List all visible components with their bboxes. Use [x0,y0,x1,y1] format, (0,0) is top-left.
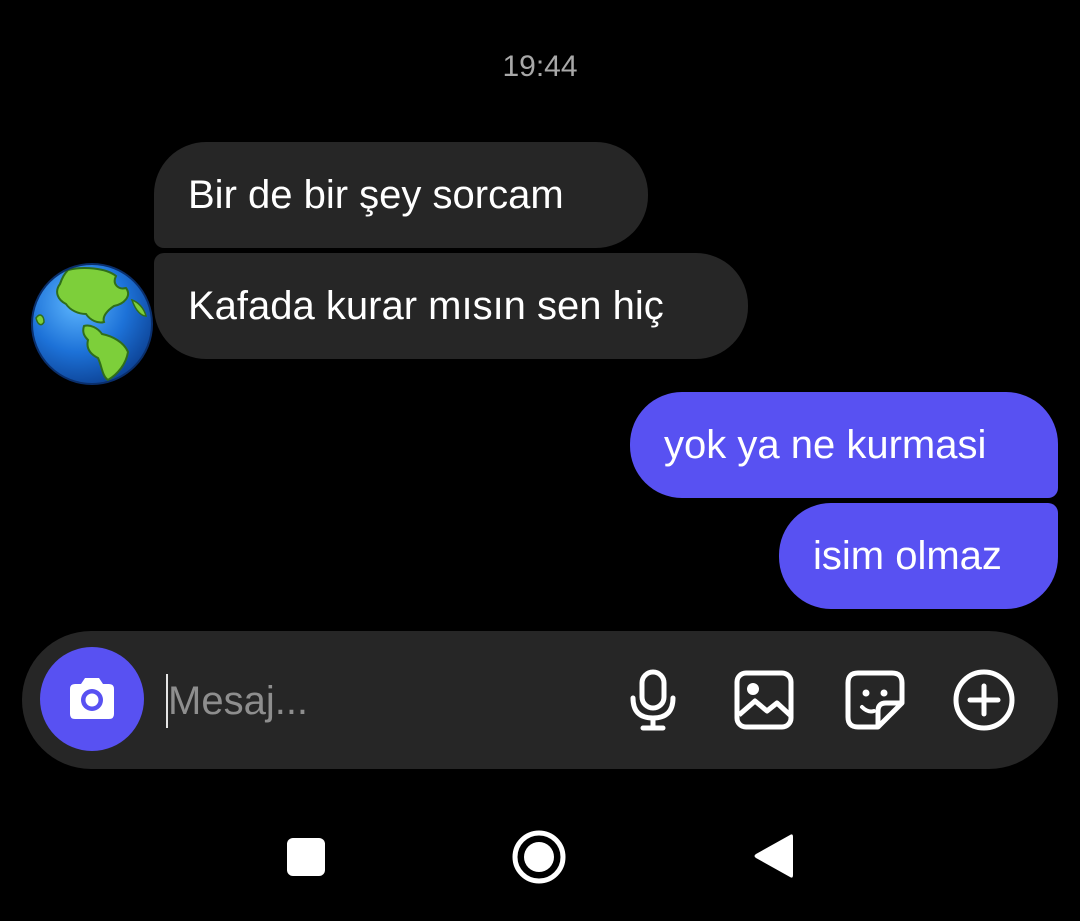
back-icon [754,834,793,878]
recents-button[interactable] [286,837,326,882]
home-button[interactable] [511,829,567,890]
sticker-button[interactable] [842,667,908,733]
camera-icon [70,678,114,719]
incoming-message-bubble[interactable]: Kafada kurar mısın sen hiç [154,253,748,359]
add-button[interactable] [951,667,1017,733]
gallery-icon [734,670,794,730]
outgoing-message-bubble[interactable]: yok ya ne kurmasi [630,392,1058,498]
back-button[interactable] [752,832,794,885]
microphone-button[interactable] [620,667,686,733]
earth-globe-avatar-icon[interactable] [28,260,156,388]
message-input[interactable]: Mesaj... [168,675,308,727]
recents-icon [287,838,325,876]
outgoing-message-bubble[interactable]: isim olmaz [779,503,1058,609]
camera-button[interactable] [40,647,144,751]
microphone-icon [630,669,676,731]
message-timestamp: 19:44 [502,50,578,83]
incoming-message-bubble[interactable]: Bir de bir şey sorcam [154,142,648,248]
home-icon [512,830,566,884]
sticker-icon [845,670,905,730]
message-composer: Mesaj... [22,631,1058,769]
gallery-button[interactable] [731,667,797,733]
chat-screen: 19:44 Bir de bir şey sorcam Kafada kurar… [0,0,1080,921]
add-icon [953,669,1015,731]
